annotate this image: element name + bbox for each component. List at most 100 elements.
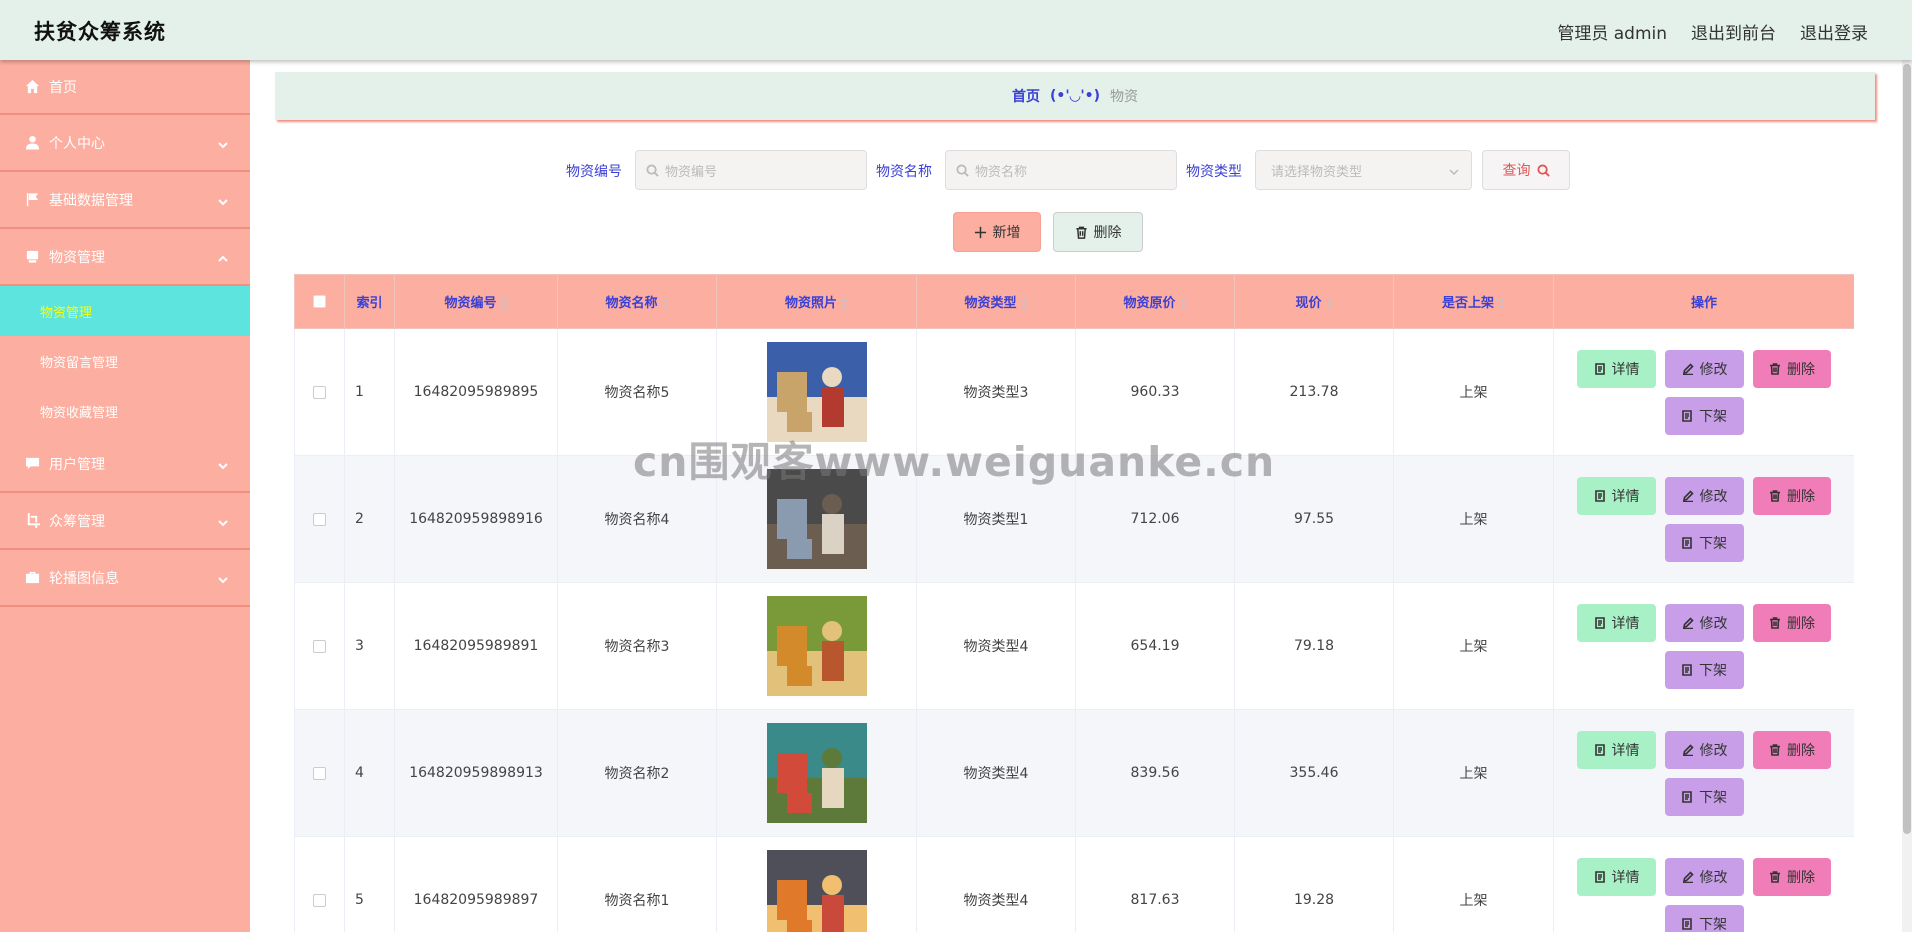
cell-type: 物资类型3 — [916, 328, 1076, 456]
select-all-cell[interactable] — [294, 274, 345, 329]
breadcrumb-home[interactable]: 首页 — [1012, 86, 1040, 106]
column-header-listed[interactable]: 是否上架 — [1393, 274, 1554, 329]
row-select-cell[interactable] — [294, 328, 345, 456]
delete-button[interactable]: 删除 — [1753, 603, 1831, 642]
type-select[interactable]: 请选择物资类型 — [1255, 150, 1472, 190]
sidebar-item-users[interactable]: 用户管理 — [0, 436, 250, 493]
edit-button[interactable]: 修改 — [1665, 603, 1744, 642]
column-header-name[interactable]: 物资名称 — [557, 274, 717, 329]
unlist-button[interactable]: 下架 — [1664, 777, 1744, 816]
row-select-cell[interactable] — [294, 836, 345, 932]
column-header-photo[interactable]: 物资照片 — [716, 274, 917, 329]
material-photo[interactable] — [766, 850, 867, 932]
vertical-scrollbar[interactable] — [1902, 60, 1912, 932]
delete-button[interactable]: 删除 — [1753, 476, 1831, 515]
material-photo[interactable] — [766, 596, 867, 696]
briefcase-icon — [24, 570, 40, 586]
edit-button[interactable]: 修改 — [1665, 730, 1744, 769]
column-header-type[interactable]: 物资类型 — [916, 274, 1076, 329]
query-button[interactable]: 查询 — [1482, 150, 1570, 190]
material-photo[interactable] — [766, 342, 867, 442]
cell-actions: 详情 修改 删除 下架 — [1553, 328, 1854, 456]
submenu-item-material-favorites[interactable]: 物资收藏管理 — [0, 386, 250, 436]
detail-button[interactable]: 详情 — [1577, 476, 1656, 515]
add-label: 新增 — [992, 225, 1021, 241]
detail-button[interactable]: 详情 — [1577, 857, 1656, 896]
cell-actions: 详情 修改 删除 下架 — [1553, 455, 1854, 583]
sort-icon[interactable] — [841, 298, 848, 309]
document-icon — [1594, 616, 1606, 629]
trash-icon — [1769, 616, 1781, 629]
delete-button[interactable]: 删除 — [1753, 857, 1831, 896]
sort-icon[interactable] — [500, 298, 508, 309]
column-header-code[interactable]: 物资编号 — [394, 274, 558, 329]
cell-index: 3 — [344, 582, 395, 710]
column-header-index: 索引 — [344, 274, 395, 329]
row-checkbox[interactable] — [313, 893, 326, 907]
delete-button[interactable]: 删除 — [1753, 349, 1831, 388]
material-submenu: 物资管理 物资留言管理 物资收藏管理 — [0, 286, 250, 436]
material-photo[interactable] — [766, 723, 867, 823]
chevron-down-icon — [218, 573, 228, 583]
cell-price: 79.18 — [1234, 582, 1394, 710]
batch-delete-button[interactable]: 删除 — [1053, 212, 1143, 252]
logout-link[interactable]: 退出登录 — [1800, 19, 1868, 44]
flag-icon — [24, 192, 40, 208]
sort-icon[interactable] — [1179, 298, 1187, 309]
sidebar-item-label: 首页 — [49, 79, 77, 96]
detail-button[interactable]: 详情 — [1577, 730, 1656, 769]
detail-button[interactable]: 详情 — [1577, 349, 1656, 388]
cell-listed: 上架 — [1393, 455, 1554, 583]
cell-type: 物资类型4 — [916, 582, 1076, 710]
sidebar-item-label: 基础数据管理 — [49, 192, 133, 209]
exit-to-front-link[interactable]: 退出到前台 — [1691, 19, 1776, 44]
detail-button[interactable]: 详情 — [1577, 603, 1656, 642]
pencil-icon — [1682, 743, 1694, 756]
document-icon — [1681, 663, 1693, 676]
sidebar-item-home[interactable]: 首页 — [0, 60, 250, 115]
document-icon — [1594, 489, 1606, 502]
unlist-button[interactable]: 下架 — [1664, 523, 1744, 562]
cell-actions: 详情 修改 删除 下架 — [1553, 582, 1854, 710]
row-checkbox[interactable] — [313, 512, 326, 526]
unlist-button[interactable]: 下架 — [1664, 396, 1744, 435]
edit-label: 修改 — [1699, 488, 1728, 505]
sidebar-item-carousel[interactable]: 轮播图信息 — [0, 550, 250, 607]
row-select-cell[interactable] — [294, 582, 345, 710]
submenu-item-material-comments[interactable]: 物资留言管理 — [0, 336, 250, 386]
sidebar-item-crowdfunding[interactable]: 众筹管理 — [0, 493, 250, 550]
row-select-cell[interactable] — [294, 455, 345, 583]
header-label: 是否上架 — [1441, 296, 1494, 311]
sort-icon[interactable] — [1325, 298, 1333, 309]
cell-price: 213.78 — [1234, 328, 1394, 456]
row-checkbox[interactable] — [313, 385, 326, 399]
edit-button[interactable]: 修改 — [1665, 349, 1744, 388]
trash-icon — [1769, 489, 1781, 502]
admin-user-label: 管理员 admin — [1557, 24, 1667, 44]
code-search-input[interactable]: 物资编号 — [635, 150, 867, 190]
detail-label: 详情 — [1611, 488, 1640, 505]
sort-icon[interactable] — [1020, 298, 1028, 309]
column-header-original-price[interactable]: 物资原价 — [1075, 274, 1235, 329]
column-header-price[interactable]: 现价 — [1234, 274, 1394, 329]
row-actions: 详情 修改 删除 下架 — [1554, 857, 1854, 932]
delete-button[interactable]: 删除 — [1753, 730, 1831, 769]
row-checkbox[interactable] — [313, 766, 326, 780]
edit-button[interactable]: 修改 — [1665, 857, 1744, 896]
header-label: 物资类型 — [964, 296, 1017, 311]
row-checkbox[interactable] — [313, 639, 326, 653]
select-all-checkbox[interactable] — [313, 295, 326, 308]
row-select-cell[interactable] — [294, 709, 345, 837]
cell-name: 物资名称1 — [557, 836, 717, 932]
add-button[interactable]: 新增 — [953, 212, 1041, 252]
unlist-button[interactable]: 下架 — [1664, 650, 1744, 689]
cell-code: 16482095989895 — [394, 328, 558, 456]
cell-index: 4 — [344, 709, 395, 837]
name-search-input[interactable]: 物资名称 — [945, 150, 1177, 190]
sort-icon[interactable] — [661, 298, 669, 309]
submenu-item-material[interactable]: 物资管理 — [0, 286, 250, 336]
unlist-button[interactable]: 下架 — [1664, 904, 1744, 932]
sort-icon[interactable] — [1498, 298, 1505, 309]
edit-button[interactable]: 修改 — [1665, 476, 1744, 515]
material-photo[interactable] — [766, 469, 867, 569]
